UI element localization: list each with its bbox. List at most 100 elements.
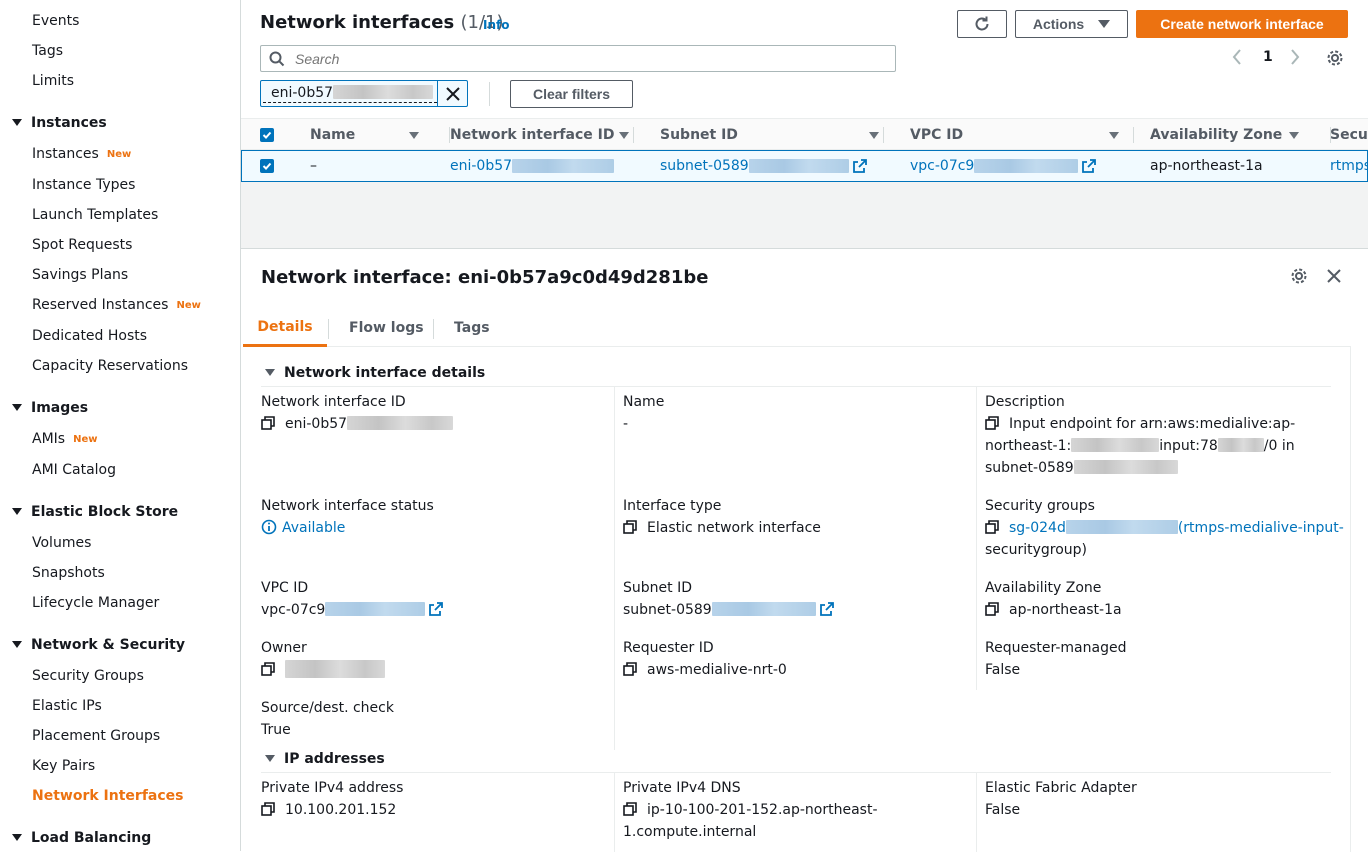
redacted-value: [711, 602, 816, 616]
table-row[interactable]: – eni-0b57 subnet-0589 vpc-07c9 ap-north…: [241, 150, 1368, 182]
info-circle-icon: [261, 519, 277, 535]
sidebar-section-load-balancing[interactable]: Load Balancing: [12, 830, 151, 846]
copy-icon[interactable]: [985, 520, 999, 534]
row-checkbox[interactable]: [260, 151, 274, 181]
clear-filters-button[interactable]: Clear filters: [510, 80, 633, 108]
info-link[interactable]: Info: [483, 18, 509, 32]
cell-subnet-link[interactable]: subnet-0589: [660, 151, 867, 181]
column-divider: [976, 387, 977, 690]
search-input[interactable]: [293, 49, 853, 68]
redacted-value: [1217, 438, 1264, 452]
close-icon[interactable]: [1327, 269, 1341, 287]
sidebar-section-ebs[interactable]: Elastic Block Store: [12, 504, 178, 520]
sidebar-item-instance-types[interactable]: Instance Types: [32, 177, 135, 193]
sidebar-item-placement-groups[interactable]: Placement Groups: [32, 728, 160, 744]
sidebar-item-lifecycle-manager[interactable]: Lifecycle Manager: [32, 595, 159, 611]
vpc-id-link[interactable]: vpc-07c9: [261, 599, 444, 621]
sidebar-item-ami-catalog[interactable]: AMI Catalog: [32, 462, 116, 478]
eni-id-text: eni-0b57: [450, 158, 513, 174]
column-header-vpc-id[interactable]: VPC ID: [883, 119, 1130, 151]
tab-tags[interactable]: Tags: [454, 309, 490, 347]
column-header-availability-zone[interactable]: Availability Zone: [1133, 119, 1310, 151]
sidebar-item-savings-plans[interactable]: Savings Plans: [32, 267, 128, 283]
redacted-value: [325, 602, 426, 616]
sidebar-section-network-security[interactable]: Network & Security: [12, 637, 185, 653]
sidebar-item-elastic-ips[interactable]: Elastic IPs: [32, 698, 102, 714]
sidebar-item-spot-requests[interactable]: Spot Requests: [32, 237, 132, 253]
external-link-icon: [1082, 159, 1097, 173]
field-vpc-id: VPC ID vpc-07c9: [261, 577, 444, 621]
redacted-value: [748, 159, 849, 173]
sidebar-item-volumes[interactable]: Volumes: [32, 535, 91, 551]
sidebar-item-key-pairs[interactable]: Key Pairs: [32, 758, 95, 774]
search-field[interactable]: [260, 45, 896, 72]
column-header-name[interactable]: Name: [310, 119, 430, 151]
sort-caret-icon: [619, 132, 629, 139]
copy-icon[interactable]: [623, 802, 637, 816]
field-requester-id: Requester ID aws-medialive-nrt-0: [623, 637, 787, 681]
actions-button[interactable]: Actions: [1015, 10, 1128, 38]
cell-name: –: [310, 158, 317, 174]
sidebar-item-launch-templates[interactable]: Launch Templates: [32, 207, 158, 223]
sidebar-item-snapshots[interactable]: Snapshots: [32, 565, 105, 581]
remove-filter-button[interactable]: [437, 81, 467, 106]
copy-icon[interactable]: [261, 802, 275, 816]
status-value: Available: [282, 520, 346, 536]
column-label: Securi: [1330, 127, 1368, 143]
sidebar-item-limits[interactable]: Limits: [32, 73, 74, 89]
sidebar-section-images[interactable]: Images: [12, 400, 88, 416]
sidebar-item-dedicated-hosts[interactable]: Dedicated Hosts: [32, 328, 147, 344]
external-link-icon: [852, 159, 867, 173]
copy-icon[interactable]: [985, 602, 999, 616]
sidebar-item-amis[interactable]: AMIs New: [32, 431, 97, 447]
field-private-ipv4: Private IPv4 address 10.100.201.152: [261, 777, 403, 821]
column-label: Network interface ID: [450, 127, 615, 143]
subnet-id-link[interactable]: subnet-0589: [623, 599, 834, 621]
refresh-button[interactable]: [957, 10, 1007, 38]
cell-security-group-link[interactable]: rtmps: [1330, 151, 1368, 181]
page-number[interactable]: 1: [1263, 49, 1273, 65]
column-header-security[interactable]: Securi: [1330, 119, 1368, 151]
sidebar-item-capacity-reservations[interactable]: Capacity Reservations: [32, 358, 188, 374]
cell-eni-link[interactable]: eni-0b57: [450, 151, 615, 181]
security-group-link[interactable]: sg-024d (rtmps-medialive-input-: [1009, 520, 1344, 536]
filter-token[interactable]: eni-0b57: [260, 80, 468, 107]
field-source-dest-check: Source/dest. check True: [261, 697, 394, 741]
create-network-interface-button[interactable]: Create network interface: [1136, 10, 1348, 38]
details-gear-icon[interactable]: [1290, 267, 1308, 289]
tab-flow-logs[interactable]: Flow logs: [349, 309, 424, 347]
tab-separator: [433, 319, 434, 339]
copy-icon[interactable]: [261, 416, 275, 430]
security-group-link-cont[interactable]: securitygroup): [985, 539, 1345, 561]
sidebar-item-security-groups[interactable]: Security Groups: [32, 668, 144, 684]
sidebar-item-events[interactable]: Events: [32, 13, 79, 29]
field-value: True: [261, 722, 291, 738]
field-value: Input endpoint for arn:aws:medialive:ap-: [1009, 416, 1296, 432]
field-value: aws-medialive-nrt-0: [647, 662, 787, 678]
preferences-gear-icon[interactable]: [1326, 49, 1344, 71]
close-icon: [445, 86, 460, 101]
chevron-right-icon[interactable]: [1289, 48, 1301, 70]
field-value: subnet-0589: [985, 460, 1074, 476]
field-label: VPC ID: [261, 580, 309, 596]
column-header-subnet-id[interactable]: Subnet ID: [633, 119, 890, 151]
section-network-interface-details[interactable]: Network interface details: [265, 365, 485, 381]
list-header: Network interfaces (1/1) Info Actions Cr…: [241, 0, 1368, 118]
sidebar-item-tags[interactable]: Tags: [32, 43, 63, 59]
copy-icon[interactable]: [623, 662, 637, 676]
cell-vpc-link[interactable]: vpc-07c9: [910, 151, 1097, 181]
copy-icon[interactable]: [261, 662, 275, 676]
select-all-checkbox[interactable]: [260, 119, 274, 151]
copy-icon[interactable]: [985, 416, 999, 430]
sidebar-item-instances[interactable]: Instances New: [32, 146, 131, 162]
chevron-left-icon[interactable]: [1231, 48, 1243, 70]
sidebar-section-instances[interactable]: Instances: [12, 115, 107, 131]
section-ip-addresses[interactable]: IP addresses: [265, 751, 385, 767]
sidebar-item-network-interfaces[interactable]: Network Interfaces: [32, 788, 183, 804]
copy-icon[interactable]: [623, 520, 637, 534]
sidebar-item-reserved-instances[interactable]: Reserved Instances New: [32, 297, 201, 313]
field-value: False: [985, 662, 1021, 678]
tab-details[interactable]: Details: [243, 309, 327, 347]
new-badge: New: [106, 149, 132, 160]
column-header-eni-id[interactable]: Network interface ID: [449, 119, 640, 151]
